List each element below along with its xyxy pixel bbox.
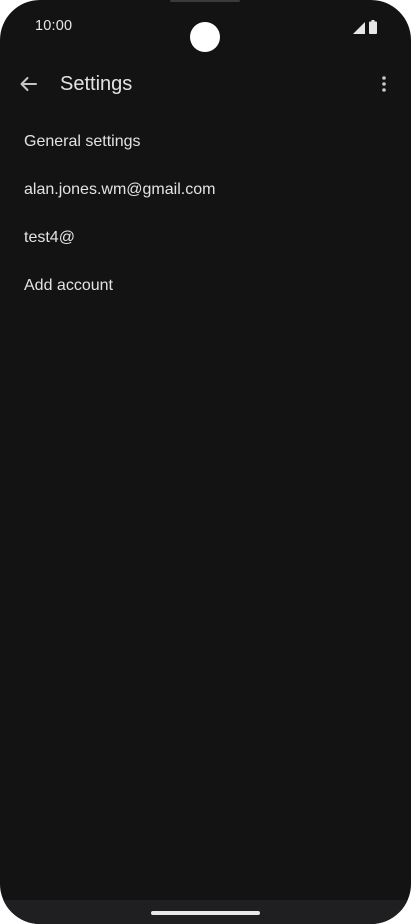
status-bar: 10:00	[0, 0, 411, 54]
home-indicator[interactable]	[151, 911, 260, 915]
more-vert-icon	[381, 75, 387, 98]
app-bar: Settings	[0, 60, 411, 112]
back-button[interactable]	[14, 72, 42, 100]
account-item-test4[interactable]: test4@	[0, 214, 411, 262]
camera-cutout	[190, 22, 220, 52]
arrow-back-icon	[18, 74, 38, 99]
account-item-alan-jones[interactable]: alan.jones.wm@gmail.com	[0, 166, 411, 214]
navigation-bar	[0, 900, 411, 924]
page-title: Settings	[60, 73, 133, 95]
top-edge-marker	[170, 0, 240, 2]
general-settings-item[interactable]: General settings	[0, 118, 411, 166]
settings-list: General settings alan.jones.wm@gmail.com…	[0, 118, 411, 310]
signal-icon	[353, 21, 365, 39]
phone-screen: 10:00 Settings General settings alan.jon…	[0, 0, 411, 924]
more-options-button[interactable]	[372, 74, 396, 98]
status-time: 10:00	[35, 18, 73, 34]
add-account-item[interactable]: Add account	[0, 262, 411, 310]
battery-icon	[369, 20, 377, 39]
status-icons	[353, 20, 377, 39]
